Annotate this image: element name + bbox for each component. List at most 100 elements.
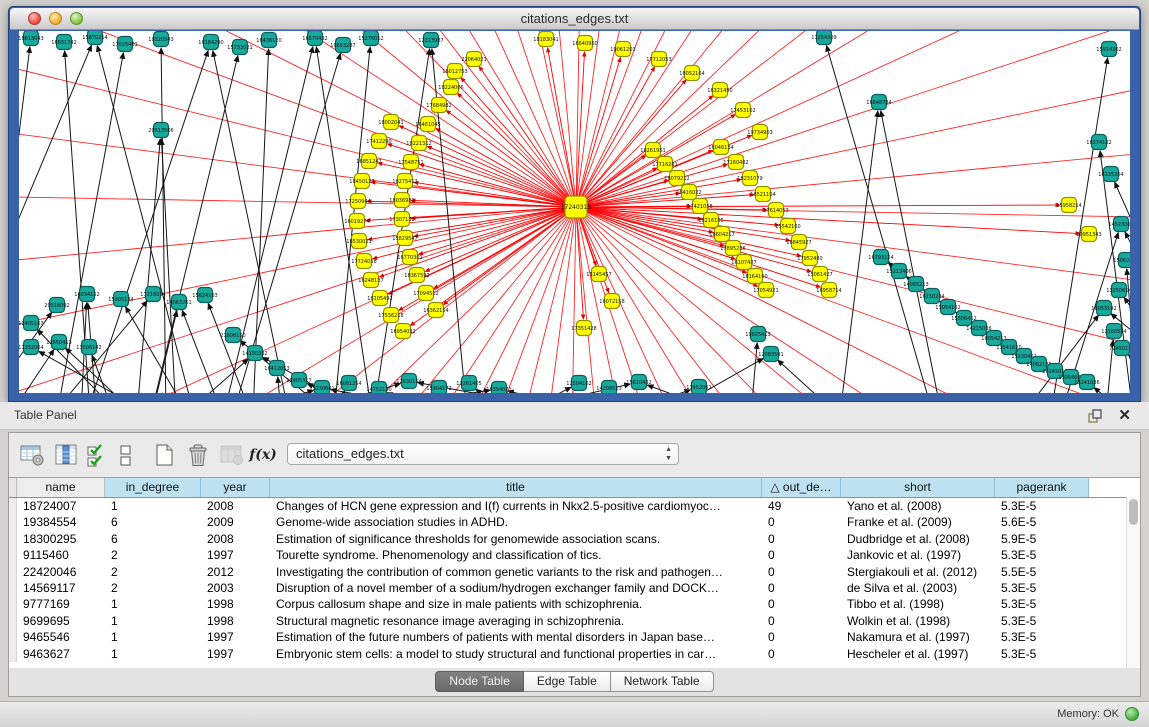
scrollbar-thumb[interactable] (1129, 499, 1138, 525)
show-columns-button[interactable] (51, 440, 81, 470)
graph-node-label: 14208513 (596, 386, 621, 392)
graph-edge-black (881, 111, 942, 393)
table-cell-short: Franke et al. (2009) (841, 514, 995, 530)
table-cell-year: 1997 (201, 646, 270, 662)
table-row[interactable]: 977716911998Corpus callosum shape and si… (9, 596, 1140, 612)
select-all-columns-button[interactable] (85, 440, 109, 470)
table-cell-in_degree: 6 (105, 531, 201, 547)
table-cell-gutter (9, 564, 17, 580)
trash-icon (185, 442, 211, 468)
table-row[interactable]: 1938455462009Genome-wide association stu… (9, 514, 1140, 530)
graph-node-label: 16248137 (358, 278, 383, 284)
tab-node-table[interactable]: Node Table (435, 671, 524, 692)
table-cell-title: Genome-wide association studies in ADHD. (270, 514, 762, 530)
graph-node-label: 18367592 (404, 273, 429, 279)
graph-edge-black (520, 387, 571, 393)
table-cell-year: 1997 (201, 629, 270, 645)
table-cell-out_degree: 0 (762, 629, 841, 645)
table-toolbar: f(x) citations_edges.txt ▲▼ (9, 433, 1140, 477)
column-header-pagerank[interactable]: pagerank (995, 478, 1089, 497)
graph-node-label: 16958714 (816, 288, 841, 294)
graph-node-label: 10653287 (330, 43, 355, 49)
graph-edge-red (576, 207, 1130, 232)
graph-node-label: 17614053 (763, 208, 788, 214)
column-header-title[interactable]: title (270, 478, 762, 497)
graph-edge-black (751, 343, 757, 393)
graph-node-label: 19061203 (610, 47, 635, 53)
column-header-out_degree[interactable]: △ out_de… (762, 478, 841, 497)
status-bar: Memory: OK (0, 701, 1149, 727)
graph-node-label: 15733021 (227, 45, 252, 51)
graph-node-label: 14150332 (242, 351, 267, 357)
graph-edge-red (576, 67, 655, 207)
graph-node-label: 12213987 (418, 38, 443, 44)
graph-node-label: 16012753 (442, 69, 467, 75)
table-row[interactable]: 911546021997Tourette syndrome. Phenomeno… (9, 547, 1140, 563)
graph-node-label: 16072158 (599, 299, 624, 305)
table-cell-short: Nakamura et al. (1997) (841, 629, 995, 645)
table-cell-title: Changes of HCN gene expression and I(f) … (270, 498, 762, 514)
column-header-year[interactable]: year (201, 478, 270, 497)
network-canvas[interactable]: 1724031518224006176849821646104518221312… (19, 31, 1130, 393)
close-panel-icon[interactable]: ✕ (1118, 406, 1131, 424)
graph-node-label: 15145457 (586, 272, 611, 278)
graph-edge-red (19, 31, 576, 207)
graph-node-label: 13250614 (1106, 288, 1130, 294)
table-cell-name: 9463627 (17, 646, 105, 662)
table-row[interactable]: 2242004622012Investigating the contribut… (9, 564, 1140, 580)
float-panel-icon[interactable] (1087, 408, 1103, 424)
graph-edge-black (665, 358, 763, 393)
graph-node-label: 18216105 (698, 218, 723, 224)
graph-node-label: 13452061 (686, 385, 711, 391)
column-header-in_degree[interactable]: in_degree (105, 478, 201, 497)
graph-node-label: 17684982 (426, 103, 451, 109)
table-row[interactable]: 969969511998Structural magnetic resonanc… (9, 613, 1140, 629)
graph-node-label: 15542160 (775, 224, 800, 230)
clear-selection-button[interactable] (113, 440, 137, 470)
column-header-short[interactable]: short (841, 478, 995, 497)
table-cell-title: Estimation of significance thresholds fo… (270, 531, 762, 547)
table-vertical-scrollbar[interactable] (1126, 497, 1140, 668)
graph-node-label: 16845927 (786, 240, 811, 246)
table-selector-dropdown[interactable]: citations_edges.txt ▲▼ (287, 443, 679, 465)
table-row[interactable]: 946554611997Estimation of the future num… (9, 629, 1140, 645)
graph-node-label: 17250944 (345, 199, 370, 205)
table-cell-in_degree: 2 (105, 547, 201, 563)
tab-network-table[interactable]: Network Table (611, 671, 714, 692)
graph-edge-red (576, 75, 1130, 207)
table-cell-gutter (9, 646, 17, 662)
table-cell-short: Hescheler et al. (1997) (841, 646, 995, 662)
table-cell-gutter (9, 580, 17, 596)
graph-node-label: 16362154 (423, 308, 448, 314)
graph-node-label: 12405163 (19, 321, 44, 327)
graph-node-label: 17716281 (652, 162, 677, 168)
table-cell-year: 1997 (201, 547, 270, 563)
table-cell-title: Embryonic stem cells: a model to study s… (270, 646, 762, 662)
table-cell-short: Jankovic et al. (1997) (841, 547, 995, 563)
create-column-button[interactable] (149, 440, 179, 470)
table-cell-name: 18300295 (17, 531, 105, 547)
table-gear-icon (19, 442, 45, 468)
window-titlebar[interactable]: citations_edges.txt (10, 8, 1139, 30)
table-row[interactable]: 1456911722003Disruption of a novel membe… (9, 580, 1140, 596)
graph-node-label: 17548751 (398, 160, 423, 166)
table-cell-name: 9699695 (17, 613, 105, 629)
table-row[interactable]: 1872400712008Changes of HCN gene express… (9, 498, 1140, 514)
table-mode-button[interactable] (17, 440, 47, 470)
table-cell-short: Tibbo et al. (1998) (841, 596, 995, 612)
column-header-gutter[interactable] (9, 478, 17, 497)
graph-node-label: 10951343 (1076, 232, 1101, 238)
table-row[interactable]: 946362711997Embryonic stem cells: a mode… (9, 646, 1140, 662)
delete-column-button[interactable] (183, 440, 213, 470)
function-builder-button[interactable]: f(x) (251, 440, 275, 470)
graph-edge-red (19, 31, 576, 207)
graph-node-label: 16019274 (344, 219, 369, 225)
column-header-name[interactable]: name (17, 478, 105, 497)
tab-edge-table[interactable]: Edge Table (524, 671, 611, 692)
graph-edge-black (86, 51, 208, 393)
table-cell-pagerank: 5.3E-5 (995, 580, 1089, 596)
delete-table-button[interactable] (217, 440, 247, 470)
table-row[interactable]: 1830029562008Estimation of significance … (9, 531, 1140, 547)
graph-edge-black (1094, 388, 1127, 393)
network-graph[interactable]: 1724031518224006176849821646104518221312… (19, 31, 1130, 393)
